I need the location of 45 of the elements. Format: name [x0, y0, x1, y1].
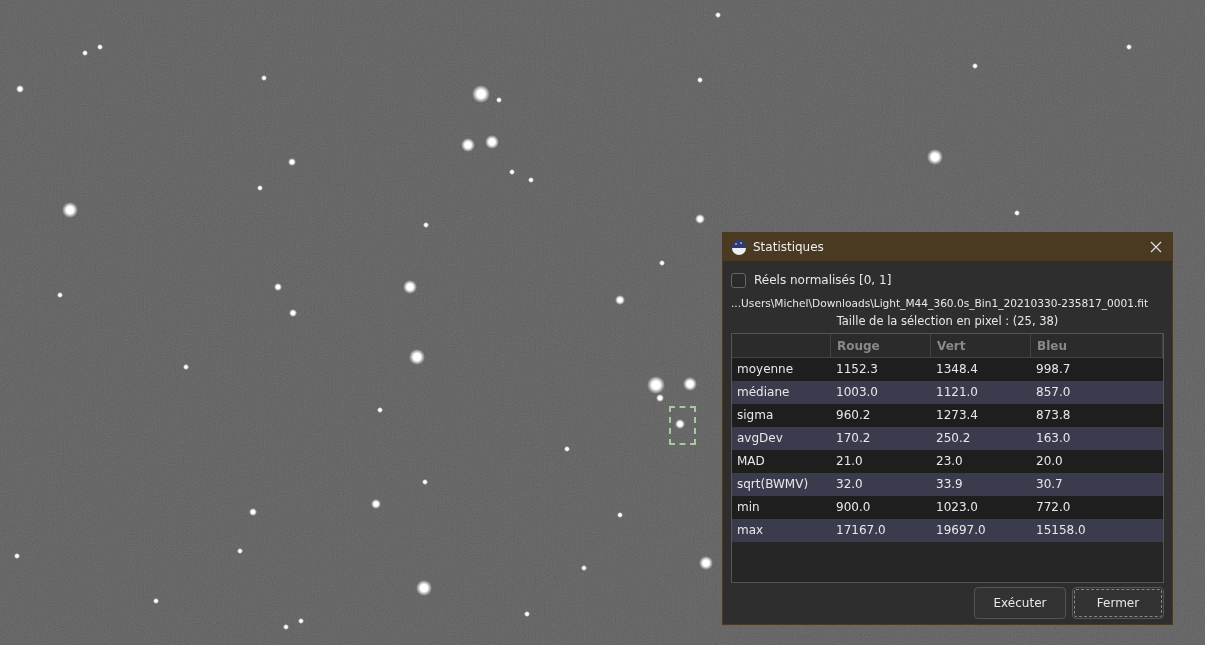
table-cell: 900.0 [831, 496, 931, 520]
table-cell: 857.0 [1031, 381, 1163, 405]
row-label: sqrt(BWMV) [732, 473, 831, 497]
row-label: sigma [732, 404, 831, 428]
column-header: Rouge [831, 334, 931, 359]
table-cell: 15158.0 [1031, 519, 1163, 543]
table-cell: 873.8 [1031, 404, 1163, 428]
table-cell: 20.0 [1031, 450, 1163, 474]
table-cell: 1003.0 [831, 381, 931, 405]
table-cell: 32.0 [831, 473, 931, 497]
app-logo-icon [731, 239, 747, 255]
table-cell: 1348.4 [931, 358, 1031, 382]
file-path: ...Users\Michel\Downloads\Light_M44_360.0s_Bin1_20210330-235817_0001.fit [731, 296, 1149, 311]
table-cell: 33.9 [931, 473, 1031, 497]
dialog-button[interactable]: Exécuter [974, 587, 1066, 620]
table-cell: 1023.0 [931, 496, 1031, 520]
table-cell: 1273.4 [931, 404, 1031, 428]
table-cell: 772.0 [1031, 496, 1163, 520]
row-label: avgDev [732, 427, 831, 451]
row-label: max [732, 519, 831, 543]
table-cell: 21.0 [831, 450, 931, 474]
dialog-button[interactable]: Fermer [1072, 587, 1164, 620]
table-cell: 17167.0 [831, 519, 931, 543]
selection-rectangle [669, 406, 696, 445]
table-cell: 998.7 [1031, 358, 1163, 382]
row-label: MAD [732, 450, 831, 474]
row-label: médiane [732, 381, 831, 405]
column-header: Bleu [1031, 334, 1163, 359]
row-label: moyenne [732, 358, 831, 382]
close-button[interactable] [1148, 239, 1164, 255]
table-cell: 1121.0 [931, 381, 1031, 405]
table-cell: 30.7 [1031, 473, 1163, 497]
row-label: min [732, 496, 831, 520]
table-cell: 170.2 [831, 427, 931, 451]
window-title: Statistiques [753, 239, 825, 256]
column-header: Vert [931, 334, 1031, 359]
checkbox[interactable] [731, 272, 746, 288]
table-cell: 250.2 [931, 427, 1031, 451]
table-cell: 23.0 [931, 450, 1031, 474]
table-cell: 163.0 [1031, 427, 1163, 451]
selection-size-text: Taille de la sélection en pixel : (25, 38) [835, 313, 1060, 330]
table-cell: 1152.3 [831, 358, 931, 382]
table-cell: 19697.0 [931, 519, 1031, 543]
table-cell: 960.2 [831, 404, 931, 428]
checkbox-label[interactable]: Réels normalisés [0, 1] [754, 271, 892, 289]
